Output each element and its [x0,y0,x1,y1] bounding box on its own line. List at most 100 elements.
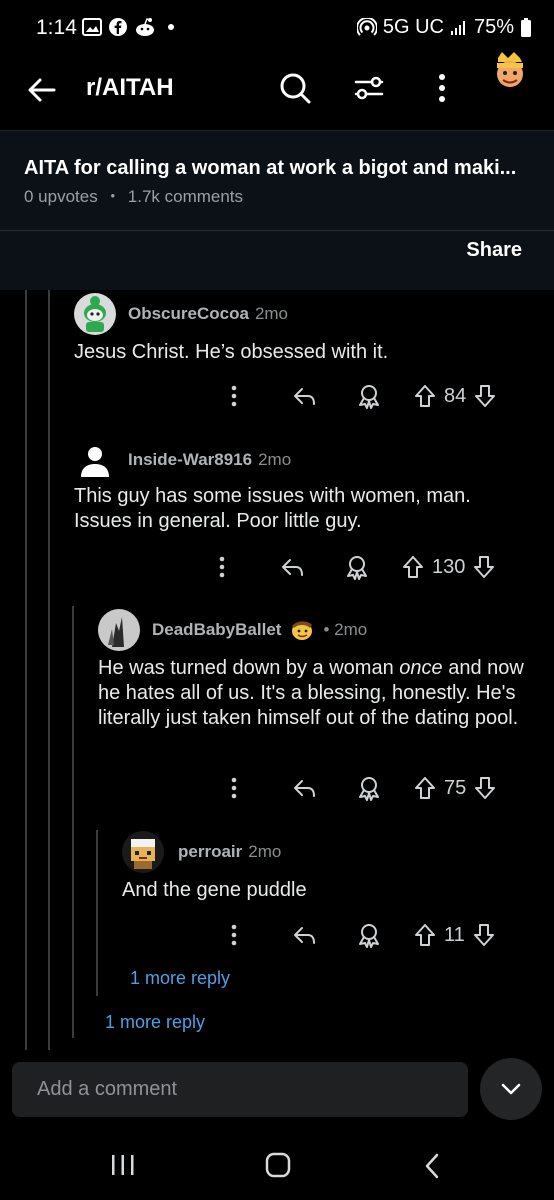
comment-username[interactable]: perroair [178,842,242,862]
downvote-button[interactable] [471,923,497,947]
comment-text: He was turned down by a woman [98,657,400,679]
award-icon [359,924,379,948]
award-icon [347,556,367,580]
comment-actions: 130 [212,552,497,582]
comment-more-button[interactable] [224,924,244,946]
arrow-left-icon [28,78,56,102]
comment-body: Jesus Christ. He’s obsessed with it. [74,341,389,363]
thread-line [72,606,74,1038]
more-replies-link[interactable]: 1 more reply [105,1012,205,1033]
sort-filter-button[interactable] [349,68,389,108]
comment-header: ObscureCocoa 2mo [74,292,534,336]
award-icon [359,777,379,801]
upvote-button[interactable] [400,555,426,579]
more-vertical-icon [231,924,237,946]
downvote-button[interactable] [472,776,498,800]
comment: ObscureCocoa 2mo Jesus Christ. He’s obse… [74,292,534,365]
downvote-button[interactable] [471,555,497,579]
overflow-menu-button[interactable] [422,68,462,108]
comment-body: And the gene puddle [122,879,307,901]
comment-more-button[interactable] [224,385,244,407]
comment-body: This guy has some issues with women, man… [74,485,471,532]
upvote-button[interactable] [412,384,438,408]
default-avatar-icon[interactable] [74,439,116,481]
reply-button[interactable] [292,385,318,407]
signal-icon [450,20,465,35]
vote-count: 130 [432,555,466,578]
reply-icon [282,559,303,576]
reply-icon [294,927,315,944]
award-button[interactable] [356,775,382,801]
comment-actions: 11 [224,920,497,950]
reply-icon [294,780,315,797]
comment-actions: 84 [224,381,498,411]
recent-apps-button[interactable] [110,1153,136,1182]
reply-icon [294,388,315,405]
reply-button[interactable] [292,777,318,799]
downvote-button[interactable] [472,384,498,408]
comment-more-button[interactable] [212,556,232,578]
user-avatar-icon[interactable] [98,609,140,651]
pixel-avatar-icon[interactable] [122,831,164,873]
upvote-arrow-icon [403,556,423,578]
downvote-arrow-icon [473,924,494,946]
comment: Inside-War8916 2mo This guy has some iss… [74,438,534,534]
downvote-arrow-icon [475,385,496,407]
vote-count: 84 [444,384,467,407]
thread-line [25,290,27,1052]
battery-percent: 75% [473,16,514,38]
flair-emoji-icon [292,621,313,640]
downvote-arrow-icon [475,777,496,799]
reply-button[interactable] [292,924,318,946]
comment-header: DeadBabyBallet • 2mo [98,608,534,652]
meta-separator: • [110,188,116,203]
thread-line [48,290,50,1052]
comment: DeadBabyBallet • 2mo He was turned down … [98,608,534,731]
status-time: 1:14 [36,16,77,39]
upvote-arrow-icon [415,777,435,799]
system-back-button[interactable] [422,1152,442,1185]
comment-more-button[interactable] [224,777,244,799]
upvote-button[interactable] [412,923,438,947]
search-icon [280,73,311,104]
award-button[interactable] [356,922,382,948]
award-button[interactable] [344,554,370,580]
system-nav-bar [0,1130,554,1200]
comment-username[interactable]: Inside-War8916 [128,450,252,470]
comment-time: 2mo [254,304,289,323]
subreddit-title[interactable]: r/AITAH [86,74,174,102]
avatar-icon [497,52,523,87]
status-right: 5G UC 75% [356,16,532,39]
share-button[interactable]: Share [466,239,522,262]
award-button[interactable] [356,383,382,409]
upvote-arrow-icon [415,924,435,946]
snoo-avatar-icon[interactable] [74,293,116,335]
post-header: AITA for calling a woman at work a bigot… [0,130,554,290]
post-meta: 0 upvotes • 1.7k comments [24,187,243,207]
more-vertical-icon [231,385,237,407]
vote-count: 75 [444,776,467,799]
upvote-button[interactable] [412,776,438,800]
downvote-arrow-icon [474,556,495,578]
search-button[interactable] [275,68,315,108]
facebook-icon [109,18,127,36]
more-replies-link[interactable]: 1 more reply [130,968,230,989]
recent-apps-icon [112,1155,134,1175]
comment-time: 2mo [248,842,282,861]
post-title[interactable]: AITA for calling a woman at work a bigot… [24,157,534,180]
network-label: 5G UC [382,16,444,38]
comment-username[interactable]: DeadBabyBallet [152,620,281,640]
gallery-icon [82,18,102,36]
dot-icon [168,24,174,30]
add-comment-input[interactable]: Add a comment [12,1062,468,1117]
award-icon [359,385,379,409]
reply-button[interactable] [280,556,306,578]
collapse-button[interactable] [480,1058,542,1120]
battery-icon [521,17,531,37]
back-button[interactable] [24,72,64,112]
chevron-down-icon [501,1083,521,1095]
comment-username[interactable]: ObscureCocoa [128,304,249,324]
more-vertical-icon [439,74,445,102]
user-avatar[interactable] [488,50,532,99]
home-button[interactable] [264,1152,292,1183]
